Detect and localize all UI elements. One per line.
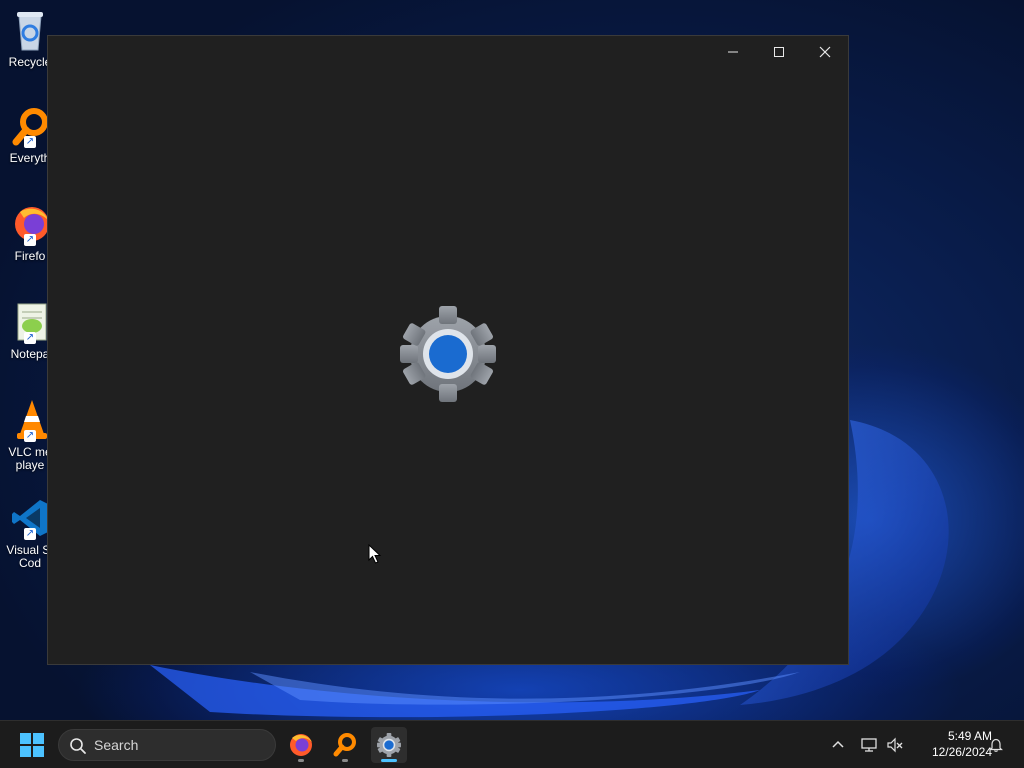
- settings-gear-icon: [377, 733, 401, 757]
- active-indicator: [381, 759, 397, 762]
- recycle-bin-icon: [10, 8, 50, 52]
- close-button[interactable]: [802, 36, 848, 68]
- bell-icon: [989, 738, 1003, 752]
- windows-start-icon: [20, 733, 44, 757]
- maximize-button[interactable]: [756, 36, 802, 68]
- vlc-icon: ↗: [10, 398, 50, 442]
- taskbar-app-everything[interactable]: [327, 727, 363, 763]
- start-button[interactable]: [16, 731, 48, 759]
- taskbar-app-settings[interactable]: [371, 727, 407, 763]
- chevron-up-icon: [832, 740, 844, 748]
- show-hidden-icons-button[interactable]: [828, 735, 848, 755]
- close-icon: [819, 46, 831, 58]
- volume-muted-icon: [887, 737, 903, 753]
- clock-time: 5:49 AM: [947, 729, 992, 743]
- taskbar: Search 5:49 AM 12/26/2024: [0, 720, 1024, 768]
- firefox-icon: [290, 734, 312, 756]
- mouse-cursor-icon: [368, 543, 382, 564]
- volume-button[interactable]: [885, 735, 905, 755]
- taskbar-search-box[interactable]: Search: [58, 729, 276, 761]
- settings-gear-icon: [398, 304, 498, 404]
- minimize-icon: [728, 51, 738, 53]
- search-placeholder: Search: [94, 737, 139, 753]
- network-icon: [861, 738, 877, 752]
- clock-date: 12/26/2024: [931, 745, 992, 759]
- running-indicator: [298, 759, 304, 762]
- search-icon: [70, 738, 86, 754]
- taskbar-app-firefox[interactable]: [283, 727, 319, 763]
- shortcut-arrow-icon: ↗: [24, 528, 36, 540]
- network-status-button[interactable]: [859, 735, 879, 755]
- maximize-icon: [774, 47, 784, 57]
- shortcut-arrow-icon: ↗: [24, 430, 36, 442]
- notepad-plus-plus-icon: ↗: [10, 300, 50, 344]
- everything-search-icon: ↗: [10, 104, 50, 148]
- shortcut-arrow-icon: ↗: [24, 234, 36, 246]
- minimize-button[interactable]: [710, 36, 756, 68]
- settings-window: [47, 35, 849, 665]
- taskbar-clock[interactable]: 5:49 AM 12/26/2024: [912, 728, 992, 760]
- shortcut-arrow-icon: ↗: [24, 332, 36, 344]
- shortcut-arrow-icon: ↗: [24, 136, 36, 148]
- notifications-button[interactable]: [986, 735, 1006, 755]
- vscode-icon: ↗: [10, 496, 50, 540]
- firefox-icon: ↗: [10, 202, 50, 246]
- everything-search-icon: [333, 733, 356, 757]
- running-indicator: [342, 759, 348, 762]
